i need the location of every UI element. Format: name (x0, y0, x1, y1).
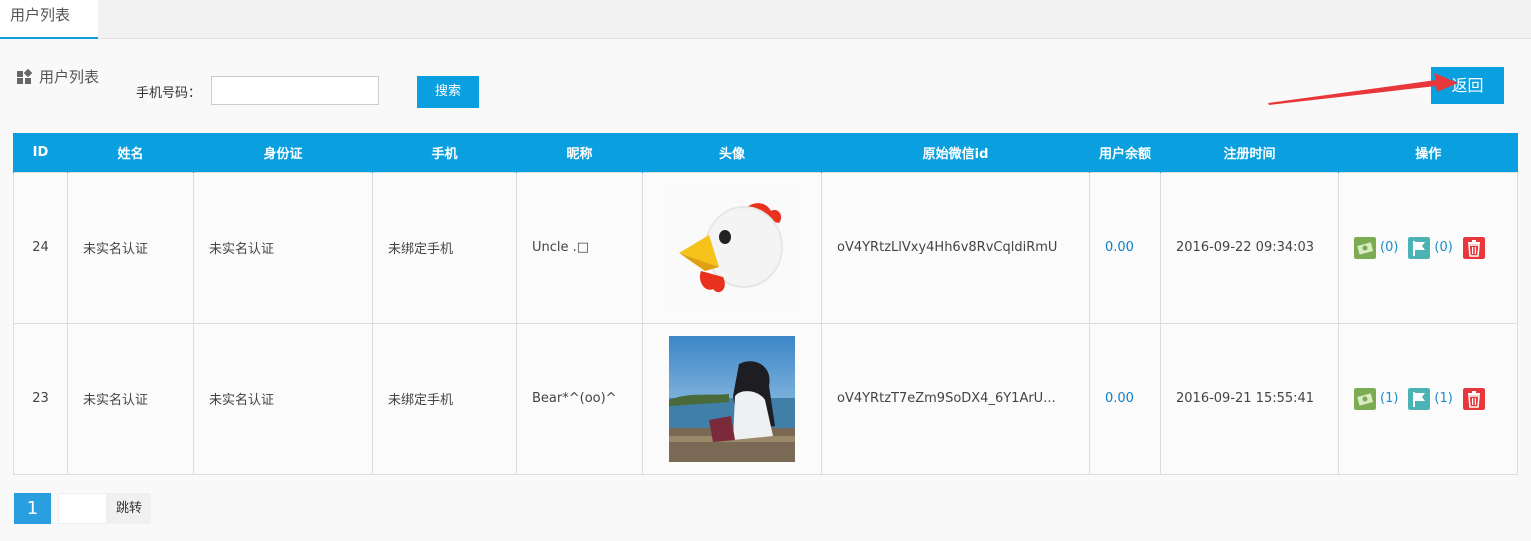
back-button[interactable]: 返回 (1431, 67, 1504, 104)
op-money-count[interactable]: (0) (1380, 240, 1398, 255)
cell-id: 23 (13, 322, 68, 475)
flag-icon[interactable] (1408, 236, 1431, 259)
money-icon[interactable] (1354, 387, 1376, 410)
cell-avatar (642, 322, 822, 475)
cell-wechat-id: oV4YRtzLlVxy4Hh6v8RvCqldiRmU (821, 171, 1090, 324)
op-money-count[interactable]: (1) (1380, 391, 1398, 406)
col-header-id[interactable]: ID (13, 133, 68, 172)
search-button[interactable]: 搜索 (417, 76, 479, 108)
flag-icon[interactable] (1408, 387, 1431, 410)
phone-search-input[interactable] (211, 76, 379, 105)
col-header-name[interactable]: 姓名 (67, 133, 194, 172)
money-icon[interactable] (1354, 236, 1376, 259)
cell-id-card: 未实名认证 (193, 171, 373, 324)
trash-icon[interactable] (1462, 387, 1485, 410)
cell-balance[interactable]: 0.00 (1089, 322, 1161, 475)
section-header: 用户列表 (16, 66, 99, 87)
col-header-phone[interactable]: 手机 (372, 133, 517, 172)
cell-actions: (1) (1) (1338, 322, 1518, 475)
page-current[interactable]: 1 (14, 493, 51, 524)
chicken-avatar-image[interactable] (669, 184, 795, 311)
cell-name: 未实名认证 (67, 322, 194, 475)
cell-avatar (642, 171, 822, 324)
page-jump-input[interactable] (58, 493, 107, 524)
widgets-icon (17, 68, 32, 84)
col-header-reg-time[interactable]: 注册时间 (1160, 133, 1339, 172)
tab-user-list[interactable]: 用户列表 (0, 0, 98, 39)
table-row: 23 未实名认证 未实名认证 未绑定手机 Bear*^(oo)^ oV4YRtz… (13, 322, 1518, 475)
phone-search-label: 手机号码： (136, 86, 202, 101)
cell-wechat-id: oV4YRtzT7eZm9SoDX4_6Y1ArU... (821, 322, 1090, 475)
op-flag-count[interactable]: (0) (1434, 240, 1452, 255)
op-flag-count[interactable]: (1) (1434, 391, 1452, 406)
cell-reg-time: 2016-09-22 09:34:03 (1160, 171, 1339, 324)
cell-id: 24 (13, 171, 68, 324)
col-header-avatar[interactable]: 头像 (642, 133, 822, 172)
cell-id-card: 未实名认证 (193, 322, 373, 475)
trash-icon[interactable] (1462, 236, 1485, 259)
cell-balance[interactable]: 0.00 (1089, 171, 1161, 324)
cell-reg-time: 2016-09-21 15:55:41 (1160, 322, 1339, 475)
pagination: 1 跳转 (14, 493, 151, 524)
col-header-wechat-id[interactable]: 原始微信id (821, 133, 1090, 172)
cell-phone: 未绑定手机 (372, 171, 517, 324)
tab-bar: 用户列表 (0, 0, 1531, 39)
photo-avatar-image[interactable] (669, 335, 795, 462)
user-table: ID 姓名 身份证 手机 昵称 头像 原始微信id 用户余额 注册时间 操作 2… (13, 133, 1518, 475)
cell-nickname: Bear*^(oo)^ (516, 322, 643, 475)
table-row: 24 未实名认证 未实名认证 未绑定手机 Uncle .□ oV4YRtzLlV… (13, 171, 1518, 324)
table-header-row: ID 姓名 身份证 手机 昵称 头像 原始微信id 用户余额 注册时间 操作 (13, 133, 1518, 172)
page-jump-button[interactable]: 跳转 (107, 493, 151, 524)
cell-phone: 未绑定手机 (372, 322, 517, 475)
section-title: 用户列表 (39, 68, 100, 86)
col-header-nickname[interactable]: 昵称 (516, 133, 643, 172)
cell-name: 未实名认证 (67, 171, 194, 324)
col-header-balance[interactable]: 用户余额 (1089, 133, 1161, 172)
cell-actions: (0) (0) (1338, 171, 1518, 324)
cell-nickname: Uncle .□ (516, 171, 643, 324)
col-header-actions[interactable]: 操作 (1338, 133, 1518, 172)
col-header-id-card[interactable]: 身份证 (193, 133, 373, 172)
